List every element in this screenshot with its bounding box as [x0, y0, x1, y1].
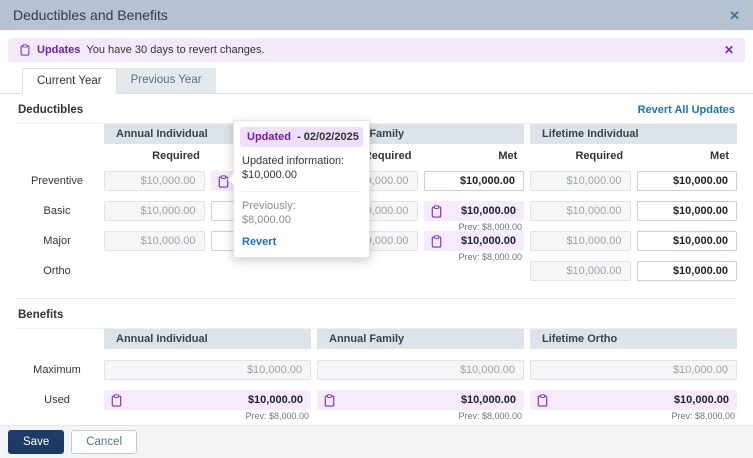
tab-current-year[interactable]: Current Year — [22, 68, 117, 94]
updated-used-field[interactable]: $10,000.00 Prev: $8,000.00 — [317, 390, 524, 421]
clipboard-icon — [217, 175, 230, 188]
table-row-maximum: Maximum — [16, 355, 737, 385]
benefits-section: Benefits Annual Individual Annual Family… — [16, 298, 737, 421]
banner-close-icon[interactable]: ✕ — [724, 43, 734, 57]
row-label: Ortho — [43, 265, 71, 277]
met-input[interactable] — [636, 171, 737, 191]
subheader-required: Required — [152, 150, 200, 162]
prev-value: Prev: $8,000.00 — [671, 411, 735, 421]
benefits-section-head: Benefits — [16, 299, 737, 329]
required-input — [530, 171, 631, 191]
subheader-met: Met — [498, 150, 518, 162]
tooltip-previous-label: Previously: — [242, 199, 296, 212]
maximum-input — [317, 360, 524, 380]
dialog-content: Deductibles Revert All Updates Annual In… — [0, 94, 753, 421]
benefits-heading: Benefits — [18, 309, 64, 321]
clipboard-icon — [536, 394, 549, 407]
clipboard-icon — [323, 394, 336, 407]
year-tabs: Current Year Previous Year — [0, 68, 753, 94]
row-label: Maximum — [33, 364, 81, 376]
tooltip-updated-label: Updated — [247, 131, 291, 143]
met-input[interactable] — [636, 261, 737, 281]
updated-used-field[interactable]: $10,000.00 Prev: $8,000.00 — [530, 390, 737, 421]
tooltip-divider — [242, 190, 361, 192]
tooltip-updated-value: $10,000.00 — [242, 169, 298, 182]
table-row-ortho: Ortho — [16, 256, 737, 286]
column-header-lifetime-individual: Lifetime Individual — [530, 124, 737, 144]
subheader-required: Required — [575, 150, 624, 162]
clipboard-icon — [430, 235, 443, 248]
prev-value: Prev: $8,000.00 — [245, 411, 309, 421]
required-input — [104, 201, 205, 221]
table-row-preventive: Preventive $10,000.00 — [16, 166, 737, 196]
clipboard-icon — [430, 205, 443, 218]
updated-used-field[interactable]: $10,000.00 Prev: $8,000.00 — [104, 390, 311, 421]
row-label: Preventive — [31, 175, 83, 187]
tooltip-previous-value: $8,000.00 — [242, 213, 291, 226]
row-label: Major — [43, 235, 71, 247]
revert-link[interactable]: Revert — [242, 235, 361, 249]
updates-banner: Updates You have 30 days to revert chang… — [8, 38, 745, 62]
dialog-close-icon[interactable]: ✕ — [729, 9, 740, 22]
prev-value: Prev: $8,000.00 — [458, 252, 522, 262]
table-row-major: Major $10,000.00 Prev: $8,000.00 — [16, 226, 737, 262]
column-header-annual-individual: Annual Individual — [104, 329, 311, 349]
tooltip-date: - 02/02/2025 — [297, 131, 359, 143]
tooltip-header: Updated - 02/02/2025 — [240, 127, 363, 147]
maximum-input — [530, 360, 737, 380]
column-header-annual-family: Annual Family — [317, 329, 524, 349]
banner-message: You have 30 days to revert changes. — [86, 44, 265, 56]
banner-title: Updates — [37, 44, 81, 56]
table-row-basic: Basic $10,000.00 Prev: $8,000.00 — [16, 196, 737, 232]
required-input — [104, 231, 205, 251]
maximum-input — [104, 360, 311, 380]
table-row-used: Used $10,000.00 Prev: $8,000.00 $10,000.… — [16, 385, 737, 421]
deductibles-header-row: Annual Individual Annual Family Lifetime… — [16, 124, 737, 144]
subheader-met: Met — [710, 150, 729, 162]
deductibles-subheader-row: Required Met Required Met Required Met — [16, 144, 737, 166]
required-input — [530, 201, 631, 221]
met-input[interactable] — [636, 201, 737, 221]
deductibles-section-head: Deductibles Revert All Updates — [16, 94, 737, 124]
row-label: Used — [44, 394, 70, 406]
required-input — [104, 171, 205, 191]
row-label: Basic — [43, 205, 71, 217]
tooltip-updated-info-label: Updated information: — [242, 155, 345, 167]
met-input[interactable] — [423, 171, 524, 191]
deductibles-heading: Deductibles — [18, 104, 84, 116]
clipboard-icon — [110, 394, 123, 407]
revert-all-updates-link[interactable]: Revert All Updates — [638, 104, 735, 116]
benefits-header-row: Annual Individual Annual Family Lifetime… — [16, 329, 737, 349]
dialog-titlebar: Deductibles and Benefits ✕ — [0, 0, 753, 30]
deductibles-benefits-dialog: Deductibles and Benefits ✕ Updates You h… — [0, 0, 753, 458]
dialog-footer: Save Cancel — [0, 425, 753, 458]
dialog-title: Deductibles and Benefits — [13, 7, 168, 23]
save-button[interactable]: Save — [8, 430, 65, 454]
cancel-button[interactable]: Cancel — [71, 430, 138, 454]
column-header-lifetime-ortho: Lifetime Ortho — [530, 329, 737, 349]
clipboard-icon — [19, 44, 31, 56]
required-input — [530, 261, 631, 281]
tab-previous-year[interactable]: Previous Year — [116, 68, 216, 93]
prev-value: Prev: $8,000.00 — [458, 411, 522, 421]
update-tooltip: Updated - 02/02/2025 Updated information… — [227, 120, 370, 259]
updated-met-field[interactable]: $10,000.00 Prev: $8,000.00 — [423, 231, 524, 262]
met-input[interactable] — [636, 231, 737, 251]
updated-met-field[interactable]: $10,000.00 Prev: $8,000.00 — [423, 201, 524, 232]
required-input — [530, 231, 631, 251]
